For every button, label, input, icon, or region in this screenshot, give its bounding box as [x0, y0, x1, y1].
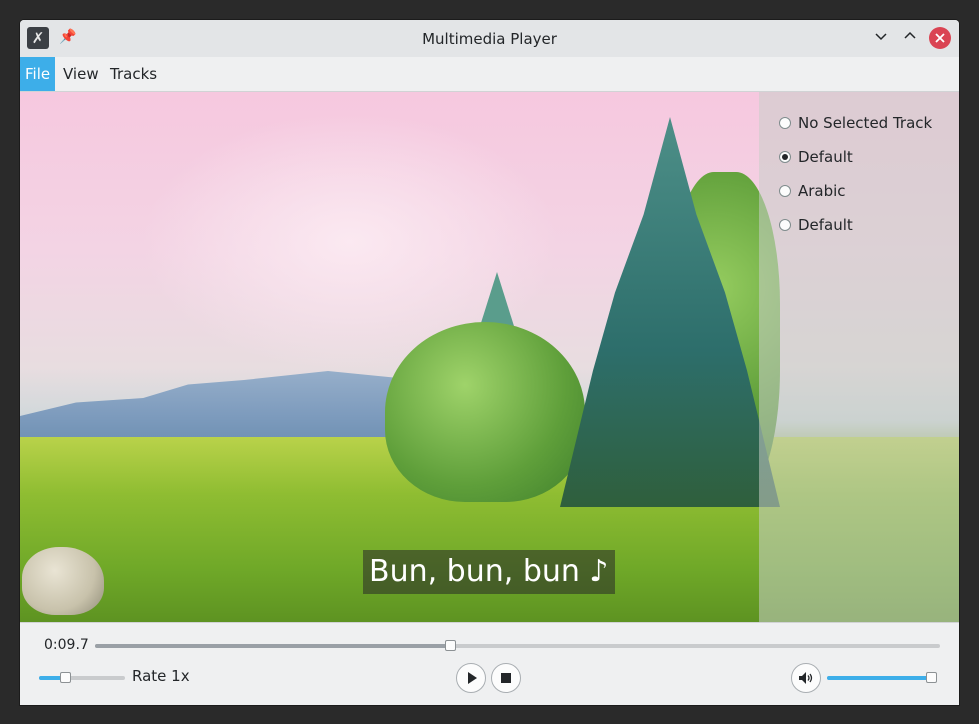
volume-slider[interactable] — [827, 672, 937, 683]
seek-handle[interactable] — [445, 640, 456, 651]
volume-fill — [827, 676, 937, 680]
volume-icon — [799, 672, 813, 684]
rate-handle[interactable] — [60, 672, 71, 683]
track-option-label: No Selected Track — [798, 114, 933, 132]
track-option-arabic[interactable]: Arabic — [779, 179, 846, 203]
seek-slider[interactable] — [95, 640, 940, 651]
elapsed-time: 0:09.7 — [44, 637, 89, 653]
track-option-default-1[interactable]: Default — [779, 145, 853, 169]
radio-button-checked[interactable] — [779, 151, 791, 163]
stop-button[interactable] — [491, 663, 521, 693]
track-option-label: Default — [798, 148, 853, 166]
stop-icon — [501, 673, 511, 683]
volume-handle[interactable] — [926, 672, 937, 683]
radio-button[interactable] — [779, 219, 791, 231]
playback-controls: 0:09.7 Rate 1x — [20, 622, 959, 705]
play-icon — [468, 672, 477, 684]
menu-tracks[interactable]: Tracks — [105, 57, 162, 91]
radio-button[interactable] — [779, 117, 791, 129]
video-bush — [385, 322, 585, 502]
rate-label: Rate 1x — [132, 667, 190, 685]
radio-button[interactable] — [779, 185, 791, 197]
minimize-button[interactable] — [870, 27, 892, 49]
track-option-label: Default — [798, 216, 853, 234]
track-option-label: Arabic — [798, 182, 846, 200]
title-bar[interactable]: ✗ 📌 Multimedia Player — [20, 20, 959, 57]
window-title: Multimedia Player — [422, 30, 557, 48]
video-surface[interactable]: Bun, bun, bun ♪ No Selected Track Defaul… — [20, 92, 959, 622]
menu-file[interactable]: File — [20, 57, 56, 91]
play-button[interactable] — [456, 663, 486, 693]
volume-button[interactable] — [791, 663, 821, 693]
track-option-default-2[interactable]: Default — [779, 213, 853, 237]
close-icon — [935, 33, 945, 43]
chevron-down-icon — [875, 33, 887, 41]
chevron-up-icon — [904, 31, 916, 39]
menu-view[interactable]: View — [58, 57, 104, 91]
track-option-none[interactable]: No Selected Track — [779, 111, 932, 135]
video-rock — [22, 547, 104, 615]
player-window: ✗ 📌 Multimedia Player File View Tracks B… — [20, 20, 959, 705]
menu-bar: File View Tracks — [20, 57, 959, 92]
subtitle-text: Bun, bun, bun ♪ — [363, 550, 615, 594]
close-button[interactable] — [929, 27, 951, 49]
rate-slider[interactable] — [39, 672, 125, 683]
maximize-button[interactable] — [899, 27, 921, 49]
track-selection-panel: No Selected Track Default Arabic Default — [759, 92, 959, 622]
seek-fill — [95, 644, 450, 648]
